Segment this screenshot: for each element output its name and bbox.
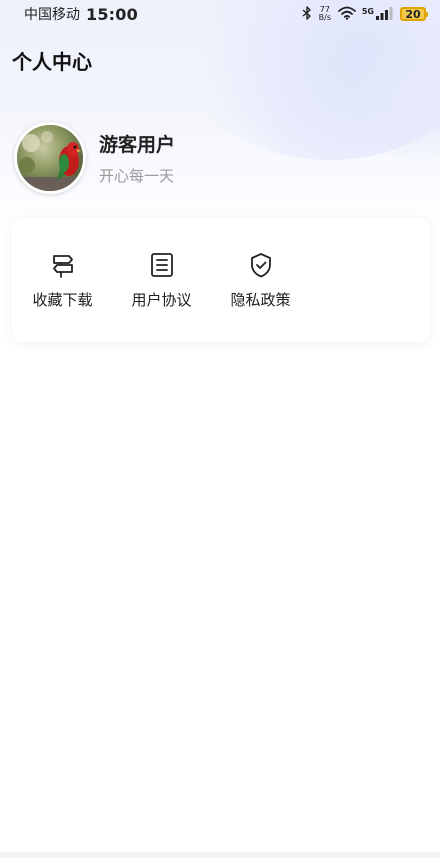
page-title: 个人中心 (12, 50, 92, 74)
avatar[interactable] (14, 122, 86, 194)
header-background (0, 0, 440, 240)
menu-label: 收藏下载 (32, 291, 93, 309)
status-time: 15:00 (86, 4, 138, 24)
username: 游客用户 (99, 134, 176, 156)
document-icon (149, 252, 175, 278)
signpost-icon (50, 252, 76, 278)
wifi-icon (337, 5, 356, 24)
menu-card: 收藏下载 用户协议 隐私政策 (12, 218, 430, 342)
shield-check-icon (248, 252, 274, 278)
bottom-divider (0, 852, 440, 858)
favorites-downloads-button[interactable]: 收藏下载 (13, 252, 112, 342)
battery-indicator: 20 (400, 7, 428, 21)
status-left: 中国移动 15:00 (24, 4, 138, 24)
network-type: 5G (361, 6, 374, 16)
user-agreement-button[interactable]: 用户协议 (112, 252, 211, 342)
carrier-name: 中国移动 (24, 7, 80, 23)
menu-label: 隐私政策 (230, 291, 291, 309)
menu-label: 用户协议 (131, 291, 192, 309)
network-speed: 77 B/s (318, 6, 332, 22)
signal-icon (376, 5, 394, 24)
profile-text: 游客用户 开心每一天 (99, 130, 175, 186)
status-right: 77 B/s 5G 20 (302, 5, 428, 24)
bluetooth-icon (302, 5, 312, 24)
network-speed-unit: B/s (318, 13, 332, 22)
user-motto: 开心每一天 (99, 167, 175, 185)
status-bar: 中国移动 15:00 77 B/s 5G 20 (0, 0, 440, 28)
user-profile[interactable]: 游客用户 开心每一天 (14, 122, 175, 194)
privacy-policy-button[interactable]: 隐私政策 (211, 252, 310, 342)
